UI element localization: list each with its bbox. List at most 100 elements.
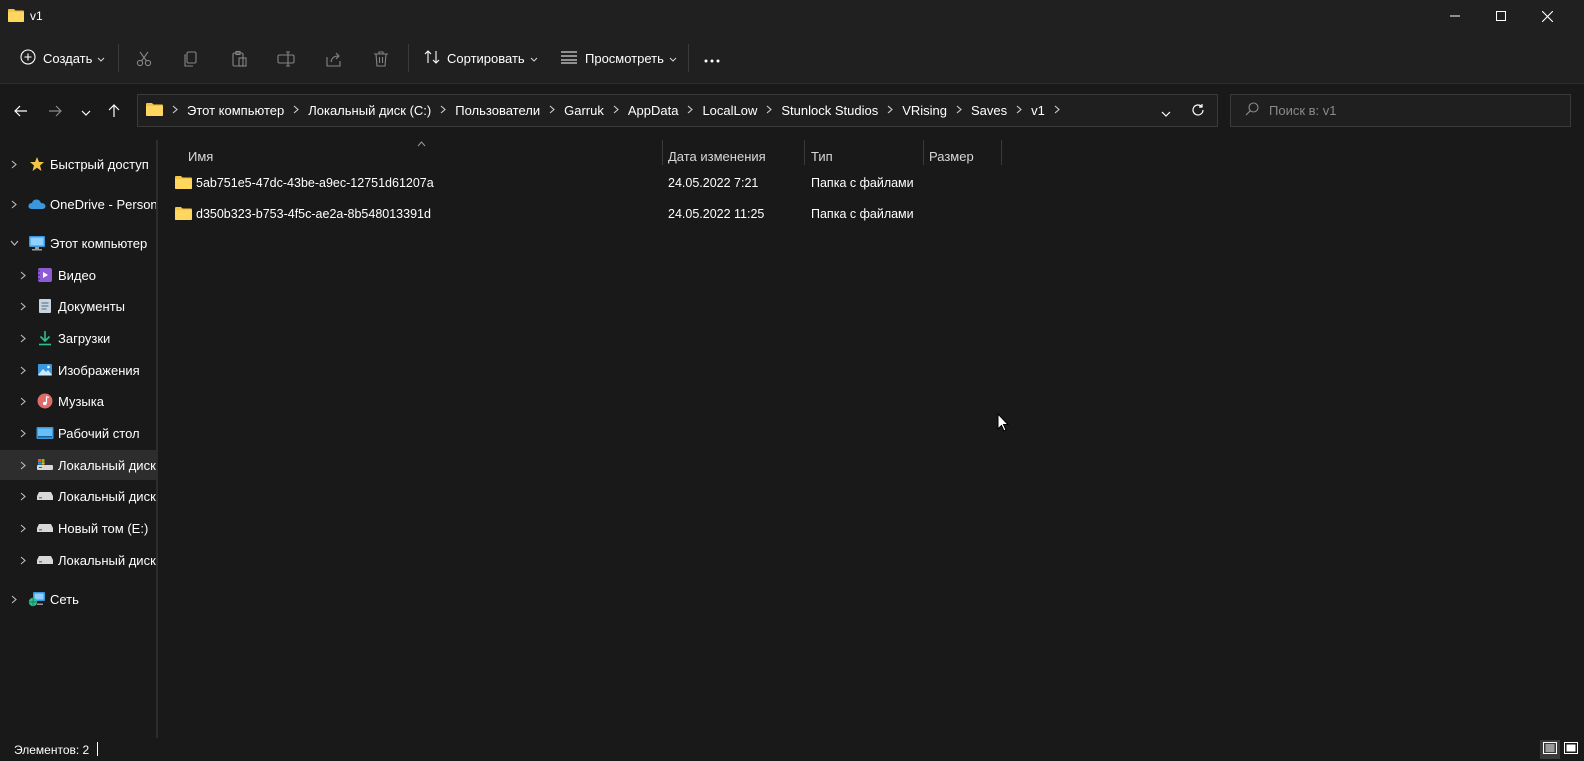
sidebar-item-quick-access[interactable]: Быстрый доступ: [0, 149, 156, 179]
chevron-right-icon[interactable]: [766, 105, 773, 117]
sort-button[interactable]: Сортировать: [424, 42, 538, 74]
chevron-right-icon[interactable]: [293, 105, 300, 117]
sidebar-item-local-disk-2[interactable]: Локальный диск (: [0, 481, 156, 511]
column-modified-label: Дата изменения: [668, 148, 766, 164]
sidebar-item-local-disk-c[interactable]: Локальный диск (: [0, 450, 156, 480]
chevron-right-icon[interactable]: [17, 459, 29, 471]
sidebar-item-local-disk-3[interactable]: Локальный диск (: [0, 545, 156, 575]
column-divider[interactable]: [923, 140, 924, 165]
sort-icon: [424, 49, 440, 68]
chevron-right-icon[interactable]: [17, 269, 29, 281]
file-modified: 24.05.2022 7:21: [668, 176, 759, 190]
documents-icon: [36, 297, 54, 315]
column-divider[interactable]: [804, 140, 805, 165]
breadcrumb-item[interactable]: Garruk: [564, 103, 604, 118]
chevron-right-icon[interactable]: [8, 593, 20, 605]
drive-icon: [36, 487, 54, 505]
sidebar-item-label: Этот компьютер: [50, 235, 148, 251]
chevron-right-icon[interactable]: [8, 158, 20, 170]
toolbar-separator: [118, 44, 119, 72]
chevron-right-icon[interactable]: [687, 105, 694, 117]
status-bar: Элементов: 2: [0, 738, 1584, 761]
chevron-right-icon[interactable]: [17, 395, 29, 407]
rename-icon[interactable]: [277, 50, 295, 68]
sidebar-item-label: Загрузки: [58, 330, 111, 346]
search-box[interactable]: [1230, 94, 1571, 127]
up-button[interactable]: [104, 102, 124, 122]
refresh-icon[interactable]: [1191, 103, 1205, 120]
paste-icon[interactable]: [230, 50, 248, 68]
breadcrumb-item[interactable]: Этот компьютер: [187, 103, 284, 118]
delete-icon[interactable]: [372, 50, 390, 68]
address-bar[interactable]: Этот компьютер Локальный диск (C:) Пользов…: [137, 94, 1218, 127]
tiles-view-button[interactable]: [1561, 740, 1581, 759]
more-options-button[interactable]: [704, 42, 720, 74]
chevron-right-icon[interactable]: [17, 364, 29, 376]
chevron-down-icon[interactable]: [8, 237, 20, 249]
window-title: v1: [30, 9, 43, 23]
chevron-down-icon: [81, 105, 91, 119]
sidebar-item-pictures[interactable]: Изображения: [0, 355, 156, 385]
chevron-right-icon[interactable]: [440, 105, 447, 117]
address-dropdown-icon[interactable]: [1161, 106, 1171, 120]
breadcrumb-item[interactable]: AppData: [628, 103, 679, 118]
cut-icon[interactable]: [135, 50, 153, 68]
sidebar-item-videos[interactable]: Видео: [0, 260, 156, 290]
search-input[interactable]: [1269, 103, 1559, 118]
create-button[interactable]: Создать: [20, 42, 105, 74]
sidebar-item-label: OneDrive - Personal: [50, 196, 158, 212]
breadcrumb-item[interactable]: Пользователи: [455, 103, 540, 118]
breadcrumb-item[interactable]: Stunlock Studios: [781, 103, 878, 118]
column-divider[interactable]: [662, 140, 663, 165]
navigation-pane: Быстрый доступ OneDrive - Personal Этот …: [0, 140, 158, 738]
share-icon[interactable]: [325, 50, 343, 68]
chevron-right-icon[interactable]: [17, 427, 29, 439]
breadcrumb: Этот компьютер Локальный диск (C:) Пользов…: [187, 103, 1069, 118]
table-row[interactable]: 5ab751e5-47dc-43be-a9ec-12751d61207a 24.…: [175, 168, 1005, 198]
breadcrumb-item[interactable]: Saves: [971, 103, 1007, 118]
sidebar-item-desktop[interactable]: Рабочий стол: [0, 418, 156, 448]
sidebar-item-label: Рабочий стол: [58, 425, 140, 441]
breadcrumb-item[interactable]: v1: [1031, 103, 1045, 118]
plus-circle-icon: [20, 48, 36, 68]
view-button[interactable]: Просмотреть: [560, 42, 677, 74]
maximize-button[interactable]: [1478, 0, 1524, 32]
breadcrumb-item[interactable]: LocalLow: [702, 103, 757, 118]
column-divider[interactable]: [1001, 140, 1002, 165]
back-button[interactable]: [11, 102, 31, 122]
chevron-right-icon[interactable]: [956, 105, 962, 117]
recent-locations-button[interactable]: [76, 102, 96, 122]
chevron-right-icon[interactable]: [17, 522, 29, 534]
chevron-right-icon[interactable]: [1016, 105, 1022, 117]
minimize-button[interactable]: [1432, 0, 1478, 32]
chevron-right-icon[interactable]: [17, 554, 29, 566]
chevron-right-icon[interactable]: [613, 105, 619, 117]
sidebar-item-music[interactable]: Музыка: [0, 386, 156, 416]
sidebar-item-new-volume-e[interactable]: Новый том (E:): [0, 513, 156, 543]
table-row[interactable]: d350b323-b753-4f5c-ae2a-8b548013391d 24.…: [175, 199, 1005, 229]
system-drive-icon: [36, 456, 54, 474]
sidebar-item-downloads[interactable]: Загрузки: [0, 323, 156, 353]
chevron-right-icon[interactable]: [887, 105, 894, 117]
chevron-right-icon[interactable]: [17, 300, 29, 312]
breadcrumb-item[interactable]: VRising: [902, 103, 947, 118]
sidebar-item-onedrive[interactable]: OneDrive - Personal: [0, 189, 156, 219]
sidebar-item-label: Видео: [58, 267, 96, 283]
chevron-right-icon[interactable]: [1054, 105, 1060, 117]
chevron-right-icon[interactable]: [8, 198, 20, 210]
file-modified: 24.05.2022 11:25: [668, 207, 765, 221]
sidebar-item-this-pc[interactable]: Этот компьютер: [0, 228, 156, 258]
copy-icon[interactable]: [182, 50, 200, 68]
chevron-right-icon[interactable]: [17, 490, 29, 502]
computer-icon: [28, 234, 46, 252]
chevron-right-icon[interactable]: [17, 332, 29, 344]
tiles-view-icon: [1564, 742, 1578, 757]
sidebar-item-documents[interactable]: Документы: [0, 291, 156, 321]
close-button[interactable]: [1524, 0, 1570, 32]
chevron-right-icon[interactable]: [549, 105, 555, 117]
command-bar: Создать Сортировать Просмотреть: [0, 32, 1584, 84]
forward-button[interactable]: [45, 102, 65, 122]
breadcrumb-item[interactable]: Локальный диск (C:): [308, 103, 431, 118]
sidebar-item-network[interactable]: Сеть: [0, 584, 156, 614]
details-view-button[interactable]: [1540, 740, 1560, 759]
